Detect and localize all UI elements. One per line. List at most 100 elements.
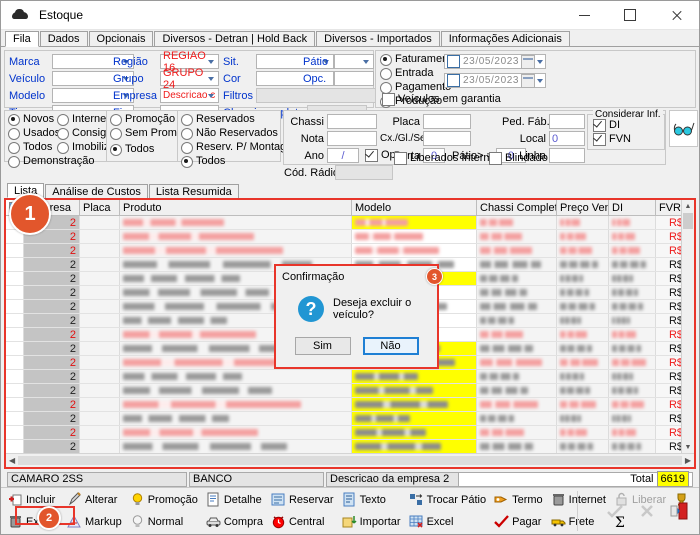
toolbar-button-detalhe[interactable]: Detalhe [203, 489, 266, 510]
row-marker[interactable] [6, 314, 24, 327]
row-marker[interactable] [6, 398, 24, 411]
dialog-yes-button[interactable]: Sim [294, 337, 351, 355]
row-marker[interactable] [6, 244, 24, 257]
checkbox-liberados-internet[interactable]: Liberados Internet [394, 152, 499, 165]
checkbox-veiculos-garantia[interactable]: Veículos em garantia [382, 93, 501, 106]
grid-tab-lista-resumida[interactable]: Lista Resumida [148, 184, 239, 198]
row-marker[interactable] [6, 370, 24, 383]
header-chassi-completo[interactable]: Chassi Completo [477, 200, 557, 215]
input-placa[interactable] [423, 114, 471, 129]
confirmation-dialog[interactable]: Confirmação ? Deseja excluir o veículo? … [274, 264, 439, 369]
row-marker[interactable] [6, 440, 24, 453]
row-marker[interactable] [6, 286, 24, 299]
cell-di [609, 440, 656, 453]
toolbar-button-normal[interactable]: Normal [127, 511, 201, 532]
toolbar-button-promo-o[interactable]: Promoção [127, 489, 201, 510]
input-nota[interactable] [327, 131, 377, 146]
date-from-input[interactable]: 23/05/2023 [444, 54, 546, 69]
table-row[interactable]: 2R$ [6, 244, 681, 258]
input-local[interactable]: 0 [549, 131, 585, 146]
tab-diversos-importados[interactable]: Diversos - Importados [316, 31, 440, 46]
toolbar-button-termo[interactable]: Termo [491, 489, 546, 510]
table-row[interactable]: 2R$ [6, 230, 681, 244]
checkbox-di[interactable]: DI [593, 119, 664, 132]
table-row[interactable]: 2R$ [6, 384, 681, 398]
input-ped-fab[interactable] [549, 114, 585, 129]
header-placa[interactable]: Placa [80, 200, 120, 215]
cell-chassi-completo [477, 426, 557, 439]
row-marker[interactable] [6, 426, 24, 439]
header-modelo[interactable]: Modelo [352, 200, 477, 215]
row-marker[interactable] [6, 272, 24, 285]
scroll-up-icon[interactable]: ▲ [682, 200, 694, 212]
glasses-icon[interactable] [669, 110, 698, 147]
tab-informacoes-adicionais[interactable]: Informações Adicionais [440, 31, 570, 46]
header-produto[interactable]: Produto [120, 200, 352, 215]
scroll-thumb[interactable] [683, 213, 693, 229]
row-marker[interactable] [6, 412, 24, 425]
date-from-checkbox[interactable] [447, 55, 460, 68]
date-to-input[interactable]: 23/05/2023 [444, 73, 546, 88]
date-to-checkbox[interactable] [447, 74, 460, 87]
dialog-no-button[interactable]: Não [362, 337, 419, 355]
grid-vertical-scrollbar[interactable]: ▲ ▼ [681, 200, 694, 453]
table-row[interactable]: 2R$ [6, 216, 681, 230]
row-marker[interactable] [6, 328, 24, 341]
table-row[interactable]: 2R$ [6, 412, 681, 426]
row-marker[interactable] [6, 342, 24, 355]
table-row[interactable]: 2R$ [6, 398, 681, 412]
toolbar-button-central[interactable]: Central [268, 511, 337, 532]
cell-fvr-fv: R$ [656, 426, 681, 439]
toolbar-button-pagar[interactable]: Pagar [491, 511, 546, 532]
input-patio[interactable] [334, 54, 374, 69]
row-marker[interactable] [6, 258, 24, 271]
tab-fila[interactable]: Fila [5, 31, 39, 47]
input-cod-radio[interactable] [335, 165, 393, 180]
header-preco-venda[interactable]: Preço Venda [557, 200, 609, 215]
toolbar-button-texto[interactable]: Texto [339, 489, 404, 510]
tab-opcionais[interactable]: Opcionais [88, 31, 154, 46]
toolbar-button-importar[interactable]: Importar [339, 511, 404, 532]
input-linha[interactable] [549, 148, 585, 163]
input-filtros[interactable] [256, 88, 384, 103]
scroll-down-icon[interactable]: ▼ [682, 441, 694, 453]
input-grupo[interactable]: GRUPO 24 [160, 67, 219, 91]
tab-dados[interactable]: Dados [39, 31, 88, 46]
cell-produto [120, 244, 352, 257]
row-marker[interactable] [6, 300, 24, 313]
maximize-button[interactable] [607, 1, 653, 29]
exit-icon[interactable] [668, 500, 690, 522]
row-marker[interactable] [6, 384, 24, 397]
checkbox-blindado[interactable]: Blindado [489, 152, 548, 165]
toolbar-button-reservar[interactable]: Reservar [268, 489, 337, 510]
minimize-button[interactable] [561, 1, 607, 29]
input-opc[interactable] [334, 71, 374, 86]
input-empresa[interactable]: Descricao c [160, 88, 219, 103]
toolbar-button-excel[interactable]: Excel [406, 511, 490, 532]
hscroll-thumb[interactable] [18, 456, 682, 465]
table-row[interactable]: 2R$ [6, 426, 681, 440]
checkbox-fvn[interactable]: FVN [593, 133, 664, 146]
toolbar-button-compra[interactable]: Compra [203, 511, 266, 532]
toolbar-right-actions [577, 491, 696, 531]
input-cx-gl-seq[interactable] [423, 131, 471, 146]
row-marker[interactable] [6, 356, 24, 369]
tab-diversos-detran[interactable]: Diversos - Detran | Hold Back [154, 31, 316, 46]
date-to-picker-icon[interactable] [521, 73, 535, 88]
close-button[interactable] [653, 1, 699, 29]
grid-tab-analise-custos[interactable]: Análise de Custos [45, 184, 148, 198]
toolbar-button-trocar-p-tio[interactable]: Trocar Pátio [406, 489, 490, 510]
cell-empresa: 2 [24, 398, 80, 411]
header-di[interactable]: DI [609, 200, 656, 215]
date-from-picker-icon[interactable] [521, 54, 535, 69]
input-ano[interactable]: / [327, 148, 359, 163]
table-row[interactable]: 2R$ [6, 440, 681, 453]
hscroll-left-icon[interactable]: ◀ [9, 456, 15, 465]
grid-horizontal-scrollbar[interactable]: ◀ ▶ [6, 453, 694, 467]
radio-demonstracao[interactable]: Demonstração [8, 155, 95, 168]
input-chassi[interactable] [327, 114, 377, 129]
hscroll-right-icon[interactable]: ▶ [685, 456, 691, 465]
table-row[interactable]: 2R$ [6, 370, 681, 384]
cell-empresa: 2 [24, 272, 80, 285]
cell-fvr-fv: R$ [656, 342, 681, 355]
